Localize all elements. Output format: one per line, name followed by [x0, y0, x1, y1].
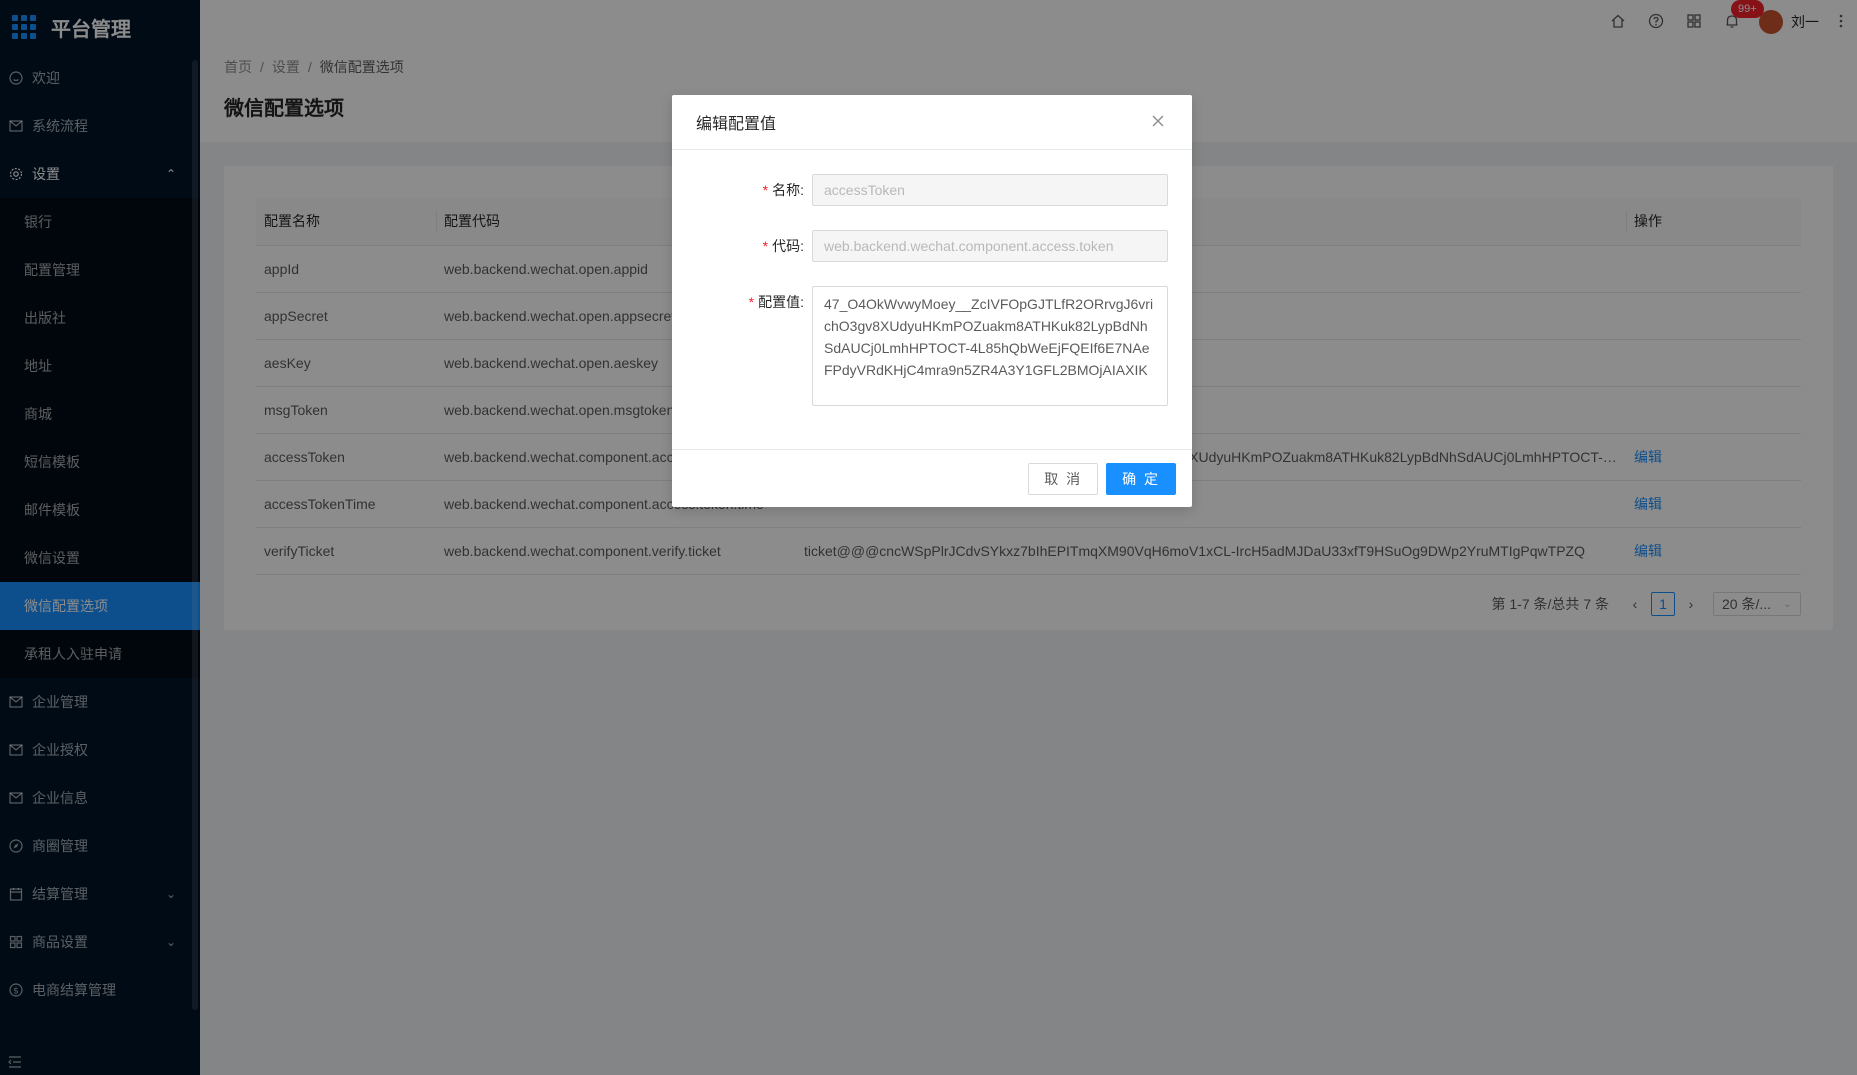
form-control-value: 47_O4OkWvwyMoey__ZcIVFOpGJTLfR2ORrvgJ6vr…	[812, 286, 1168, 409]
form-label-code: * 代码:	[696, 230, 812, 262]
modal-header: 编辑配置值	[672, 95, 1192, 150]
close-icon	[1151, 111, 1165, 133]
label-text: 配置值:	[758, 294, 804, 310]
form-control-code	[812, 230, 1168, 262]
modal-title: 编辑配置值	[696, 116, 777, 133]
form-row-value: * 配置值: 47_O4OkWvwyMoey__ZcIVFOpGJTLfR2ORr…	[696, 286, 1168, 409]
form-row-code: * 代码:	[696, 230, 1168, 262]
cancel-button[interactable]: 取 消	[1028, 462, 1099, 495]
required-mark: *	[748, 294, 755, 310]
form-label-name: * 名称:	[696, 174, 812, 206]
form-label-value: * 配置值:	[696, 286, 812, 318]
close-button[interactable]	[1148, 111, 1168, 134]
config-value-textarea[interactable]: 47_O4OkWvwyMoey__ZcIVFOpGJTLfR2ORrvgJ6vr…	[812, 286, 1168, 406]
modal-body: *名称: *代码: *配置值: 47_O4OkWvwyMoey__ZcIVFOp…	[672, 150, 1192, 449]
code-input[interactable]	[812, 230, 1168, 262]
edit-config-modal: 编辑配置值 *名称: *代码: *配置值: 47_O4OkWvwyMoey__Z…	[672, 95, 1192, 507]
ok-button[interactable]: 确 定	[1106, 462, 1176, 495]
label-text: 代码:	[772, 238, 804, 254]
form-row-name: * 名称:	[696, 174, 1168, 206]
modal-footer: 取 消 确 定	[672, 449, 1192, 507]
required-mark: *	[762, 182, 769, 198]
name-input[interactable]	[812, 174, 1168, 206]
label-text: 名称:	[772, 182, 804, 198]
required-mark: *	[762, 238, 769, 254]
form-control-name	[812, 174, 1168, 206]
